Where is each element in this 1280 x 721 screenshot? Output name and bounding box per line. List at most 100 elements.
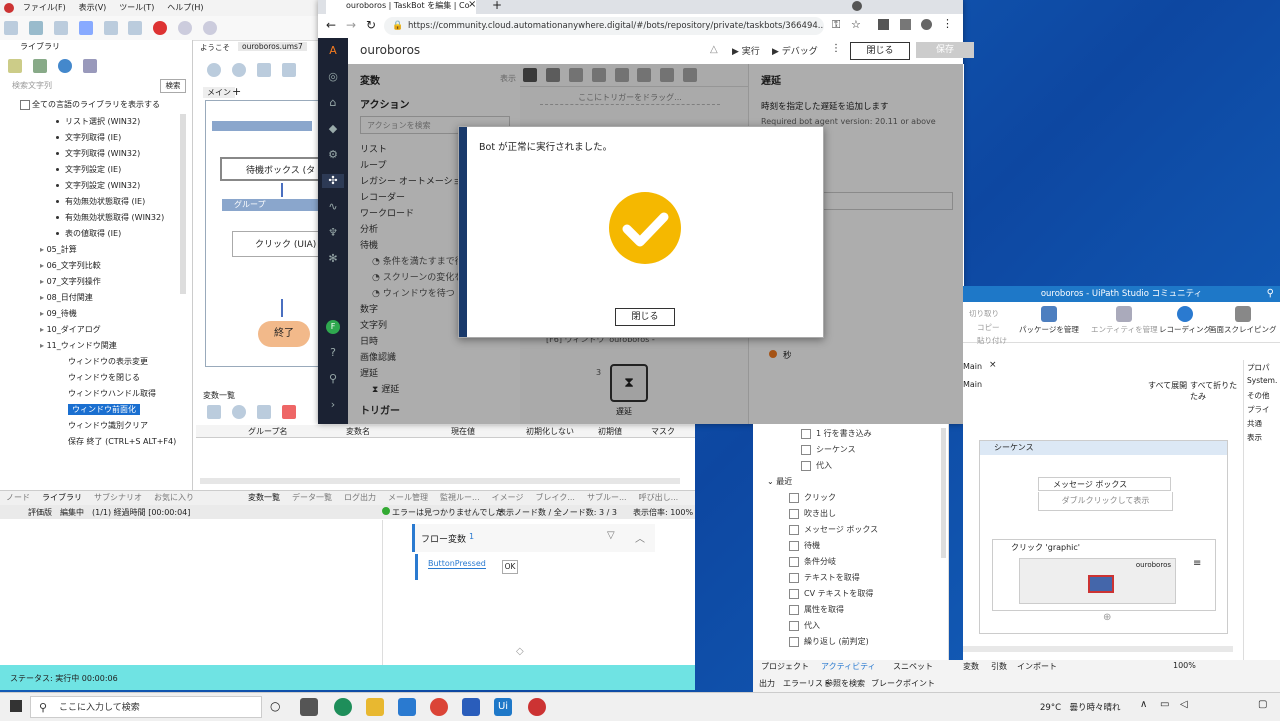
library-icon-1[interactable] <box>8 59 22 73</box>
fit-icon[interactable] <box>256 63 271 77</box>
debug-button[interactable]: ▶ デバッグ <box>772 44 818 57</box>
group-node[interactable]: グループ <box>222 199 322 211</box>
winactor-icon[interactable] <box>528 698 546 716</box>
url-field[interactable]: 🔒 https://community.cloud.automationanyw… <box>384 17 824 35</box>
vars-column-header[interactable]: 現在値 <box>451 426 475 437</box>
wait-box-node[interactable]: 待機ボックス (タ <box>220 157 320 181</box>
property-item[interactable]: プライ <box>1247 404 1270 415</box>
recent-activity-item[interactable]: 待機 <box>789 540 820 551</box>
panel-errors[interactable]: エラーリスト <box>783 678 831 689</box>
aa-save-button[interactable]: 保存 <box>916 42 974 58</box>
refresh-icon[interactable] <box>57 59 72 73</box>
library-tree-item[interactable]: ▸ 08_日付関連 <box>40 292 93 303</box>
library-tree-item[interactable]: ウィンドウハンドル取得 <box>68 388 156 399</box>
cut-icon[interactable] <box>78 21 93 35</box>
collapse-all-link[interactable]: すべて折りたたみ <box>1190 380 1243 402</box>
menu-file[interactable]: ファイル(F) <box>23 3 66 12</box>
aa-close-button[interactable]: 閉じる <box>850 42 910 60</box>
tab-close-icon[interactable]: × <box>468 0 476 10</box>
button-pressed-var[interactable]: ButtonPressed <box>428 559 486 569</box>
menu-view[interactable]: 表示(V) <box>79 3 107 12</box>
browser-tab[interactable]: ouroboros | TaskBot を編集 | Co <box>326 0 476 14</box>
expand-all-link[interactable]: すべて展開 <box>1148 380 1187 391</box>
run-button[interactable]: ▶ 実行 <box>732 44 760 57</box>
new-file-icon[interactable] <box>4 21 18 35</box>
undo-icon[interactable] <box>178 21 193 35</box>
cortana-icon[interactable]: ○ <box>270 699 280 713</box>
recent-activity-item[interactable]: 代入 <box>789 620 820 631</box>
output-tab[interactable]: データ一覧 <box>292 493 332 502</box>
vars-column-header[interactable]: 変数名 <box>346 426 370 437</box>
bottom-tab-snippets[interactable]: スニペット <box>893 661 933 672</box>
activity-icon[interactable]: ∿ <box>326 200 340 214</box>
vars-image-icon[interactable] <box>256 405 271 419</box>
manage-icon[interactable]: ⚙ <box>326 148 340 162</box>
library-tree-item[interactable]: ▸ 11_ウィンドウ関連 <box>40 340 117 351</box>
library-search-button[interactable]: 検索 <box>160 79 186 93</box>
redo-icon[interactable] <box>203 21 217 35</box>
zoom-level[interactable]: 100% <box>1173 661 1196 670</box>
vars-delete-icon[interactable] <box>281 405 296 419</box>
new-tab-icon[interactable]: + <box>492 0 502 12</box>
library-icon-4[interactable] <box>82 59 97 73</box>
bottom-tab[interactable]: ライブラリ <box>42 493 82 502</box>
profile-menu-icon[interactable] <box>852 1 862 11</box>
tab-welcome[interactable]: ようこそ <box>200 42 230 53</box>
library-tree-item[interactable]: ▸ 05_計算 <box>40 244 77 255</box>
automation-icon[interactable]: ✣ <box>322 174 344 188</box>
volume-icon[interactable]: ◁ <box>1180 699 1188 710</box>
key-icon[interactable]: ⚿ <box>832 18 840 32</box>
zoom-out-icon[interactable] <box>231 63 246 77</box>
add-tab-icon[interactable]: + <box>232 85 241 98</box>
library-icon-2[interactable] <box>32 59 47 73</box>
power-automate-icon[interactable] <box>462 698 480 716</box>
taskbar-search-box[interactable]: ⚲ ここに入力して検索 <box>30 696 262 718</box>
designer-tab-imports[interactable]: インポート <box>1017 661 1057 672</box>
library-tree-item[interactable]: リスト選択 (WIN32) <box>56 116 140 127</box>
panel-output[interactable]: 出力 <box>759 678 775 689</box>
vars-column-header[interactable]: 初期値 <box>598 426 622 437</box>
library-tree-item[interactable]: 有効無効状態取得 (IE) <box>56 196 145 207</box>
library-tree-item[interactable]: ▸ 09_待機 <box>40 308 77 319</box>
library-tree-item[interactable]: ウィンドウ前面化 <box>68 404 140 415</box>
weather-text[interactable]: 29°C 曇り時々晴れ <box>1040 701 1121 713</box>
property-item[interactable]: プロパ <box>1247 362 1270 373</box>
devices-icon[interactable]: ♆ <box>326 226 340 240</box>
add-activity-icon[interactable]: ⊕ <box>1103 612 1111 623</box>
more-menu-icon[interactable]: ⋮ <box>942 17 953 30</box>
uipath-icon[interactable]: Ui <box>494 698 512 716</box>
aa-logo-icon[interactable]: A <box>326 44 340 58</box>
property-item[interactable]: 共通 <box>1247 418 1262 429</box>
library-tree-item[interactable]: 文字列取得 (IE) <box>56 132 121 143</box>
message-box-activity[interactable]: メッセージ ボックス <box>1038 477 1171 491</box>
library-tree-item[interactable]: ウィンドウの表示変更 <box>68 356 148 367</box>
designer-hscrollbar[interactable] <box>963 646 1233 652</box>
vars-search-icon[interactable] <box>231 405 246 419</box>
tray-chevron-icon[interactable]: ∧ <box>1140 699 1147 710</box>
library-tree-item[interactable]: 文字列設定 (WIN32) <box>56 180 140 191</box>
store-icon[interactable] <box>398 698 416 716</box>
account-icon[interactable] <box>921 19 932 30</box>
vars-grid-icon[interactable] <box>207 405 221 419</box>
ribbon-paste[interactable]: 貼り付け <box>977 335 1007 346</box>
show-all-lang-checkbox[interactable] <box>20 100 30 110</box>
library-tree-item[interactable]: 保存 終了 (CTRL+S ALT+F4) <box>68 436 176 447</box>
help-icon[interactable]: ? <box>326 346 340 360</box>
output-tab[interactable]: ログ出力 <box>344 493 376 502</box>
windows-start-icon[interactable] <box>10 700 22 712</box>
user-avatar[interactable]: F <box>326 320 340 334</box>
bottom-tab-activities[interactable]: アクティビティ <box>821 661 876 672</box>
notification-icon[interactable]: ▢ <box>1258 699 1267 710</box>
explore-icon[interactable]: ◎ <box>326 70 340 84</box>
library-tree-item[interactable]: ウィンドウを閉じる <box>68 372 140 383</box>
recent-activity-item[interactable]: CV テキストを取得 <box>789 588 873 599</box>
recent-activity-item[interactable]: 繰り返し (前判定) <box>789 636 869 647</box>
output-tab[interactable]: 呼び出し... <box>639 493 679 502</box>
bottom-tab-project[interactable]: プロジェクト <box>761 661 809 672</box>
vars-hscrollbar[interactable] <box>200 478 680 484</box>
vars-column-header[interactable]: 初期化しない <box>526 426 574 437</box>
extension-icon[interactable] <box>878 19 889 30</box>
output-tab[interactable]: サブルー... <box>587 493 627 502</box>
bots-icon[interactable]: ◆ <box>326 122 340 136</box>
settings-icon[interactable]: ✻ <box>326 252 340 266</box>
